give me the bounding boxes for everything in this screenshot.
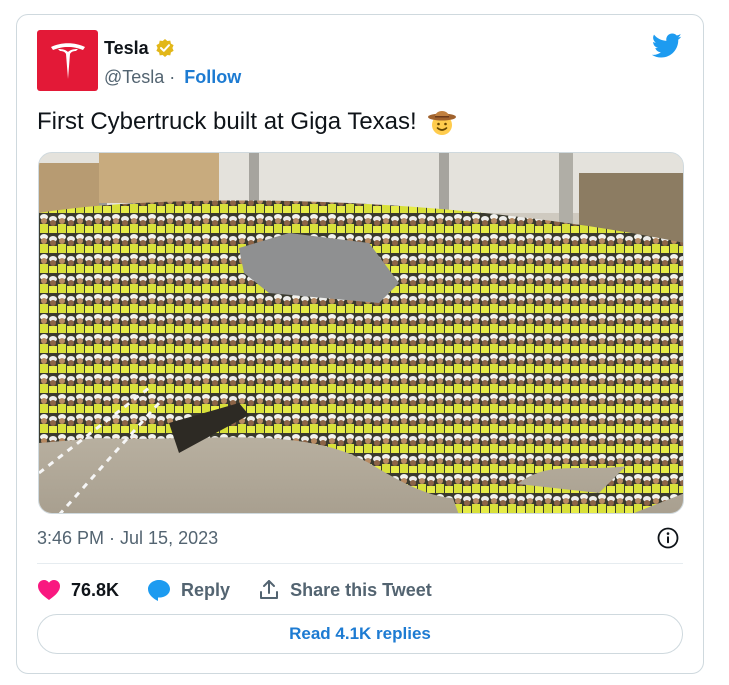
share-button[interactable]: Share this Tweet — [258, 579, 432, 601]
reply-label: Reply — [181, 579, 231, 600]
reply-bubble-icon — [148, 580, 171, 601]
crowd-photo-image — [39, 153, 683, 513]
cowboy-hat-face-icon — [427, 111, 456, 135]
tweet-timestamp[interactable]: 3:46 PM · Jul 15, 2023 — [37, 528, 218, 549]
tweet-photo[interactable] — [38, 152, 684, 514]
heart-icon — [38, 580, 60, 600]
share-icon — [260, 580, 279, 599]
tweet-text: First Cybertruck built at Giga Texas! — [37, 107, 457, 137]
twitter-bird-icon[interactable] — [652, 33, 682, 59]
author-block: Tesla @Tesla · Follow — [104, 36, 241, 89]
read-replies-button[interactable]: Read 4.1K replies — [37, 614, 683, 654]
follow-button[interactable]: Follow — [184, 67, 241, 88]
avatar[interactable] — [37, 30, 98, 91]
reply-button[interactable]: Reply — [147, 579, 230, 601]
share-label: Share this Tweet — [290, 579, 432, 600]
author-name[interactable]: Tesla — [104, 38, 149, 59]
info-icon[interactable] — [657, 527, 679, 549]
separator: · — [169, 66, 176, 87]
like-button[interactable]: 76.8K — [37, 579, 119, 601]
like-count: 76.8K — [71, 579, 120, 600]
tweet-body: First Cybertruck built at Giga Texas! — [37, 108, 417, 135]
author-handle[interactable]: @Tesla — [104, 67, 164, 88]
action-bar: 76.8K Reply Share this Tweet — [37, 575, 460, 605]
verified-badge-icon — [156, 39, 174, 57]
divider — [37, 563, 683, 564]
tweet-card: Tesla @Tesla · Follow First Cybertruck b… — [16, 14, 704, 674]
tesla-logo-icon — [50, 42, 85, 79]
